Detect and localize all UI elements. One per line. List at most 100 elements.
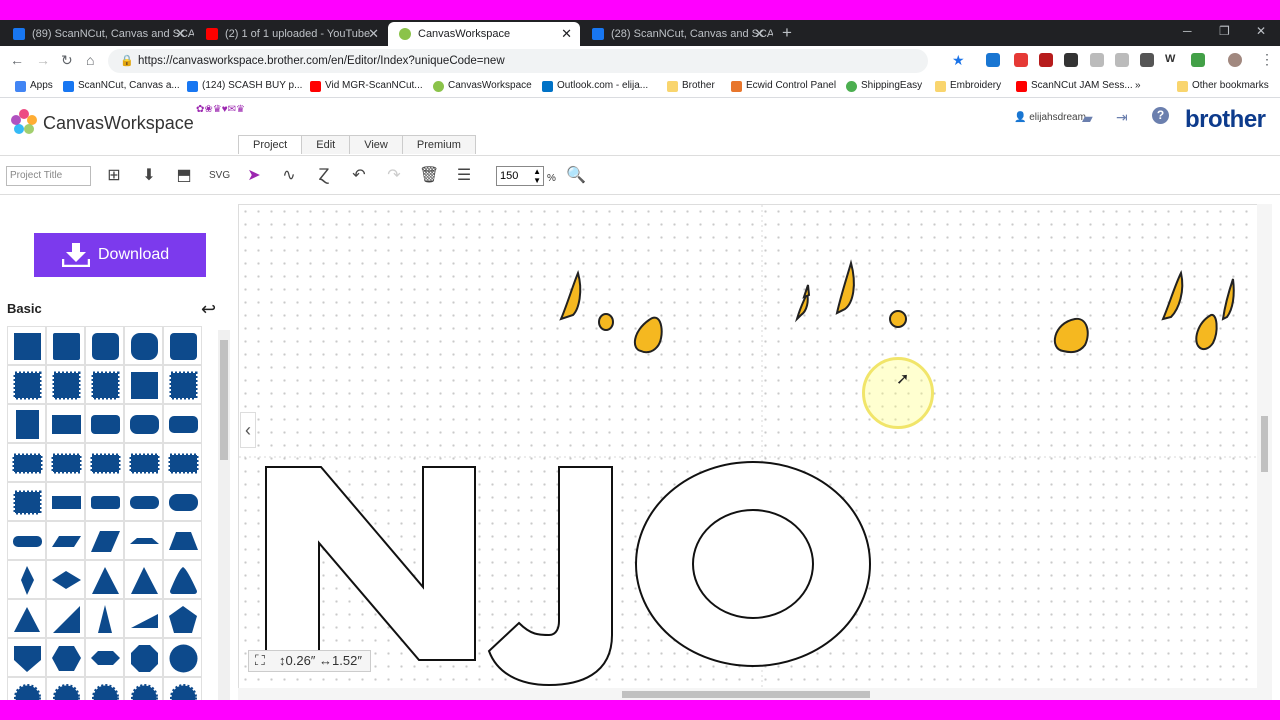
shape-stamp-square[interactable] [163, 365, 202, 404]
browser-tab-4[interactable]: (28) ScanNCut, Canvas and SCAL ✕ [581, 22, 773, 46]
browser-tab-3[interactable]: CanvasWorkspace ✕ [388, 22, 580, 46]
shape-diamond[interactable] [7, 560, 46, 599]
shape-right-triangle[interactable] [46, 599, 85, 638]
shape-parallelogram[interactable] [46, 521, 85, 560]
shape-hexagon[interactable] [46, 638, 85, 677]
shape-stamp-rectangle[interactable] [124, 443, 163, 482]
forward-button[interactable]: → [36, 52, 50, 68]
menu-project[interactable]: Project [238, 135, 303, 154]
save-icon[interactable]: ⬇ [139, 166, 159, 186]
shape-stamp-rectangle[interactable] [46, 443, 85, 482]
bookmarks-overflow-button[interactable]: » [1135, 80, 1141, 91]
shape-wide-rounded-rectangle[interactable] [85, 482, 124, 521]
maximize-button[interactable]: ❐ [1219, 24, 1230, 38]
zoom-stepper[interactable]: ▲ ▼ [533, 167, 541, 185]
design-canvas[interactable] [238, 204, 1272, 700]
canvas-vertical-scrollbar[interactable] [1257, 204, 1272, 688]
collapse-panel-button[interactable]: ‹ [240, 412, 256, 448]
pen-tool-icon[interactable]: Ɀ [314, 166, 334, 186]
shape-panel-scrollbar[interactable] [218, 330, 230, 700]
node-edit-icon[interactable]: ∿ [279, 166, 299, 186]
bookmark-item[interactable]: Apps [15, 80, 53, 92]
other-bookmarks[interactable]: Other bookmarks [1177, 80, 1269, 92]
zoom-search-icon[interactable]: 🔍 [566, 166, 586, 186]
extension-icon[interactable] [1115, 53, 1129, 67]
bookmark-item[interactable]: CanvasWorkspace [433, 80, 532, 92]
home-button[interactable]: ⌂ [86, 52, 94, 68]
shape-circle[interactable] [163, 638, 202, 677]
logout-icon[interactable]: ⇥ [1116, 109, 1128, 126]
shape-stamp-square[interactable] [46, 365, 85, 404]
extension-icon[interactable] [1140, 53, 1154, 67]
shape-stamp-rectangle[interactable] [85, 443, 124, 482]
folder-icon[interactable]: ▰ [1082, 110, 1093, 127]
shape-capsule[interactable] [163, 482, 202, 521]
extension-icon[interactable] [1064, 53, 1078, 67]
extension-icon[interactable] [1090, 53, 1104, 67]
shape-stamp-circle[interactable] [7, 677, 46, 700]
shape-stamp-square[interactable] [7, 482, 46, 521]
shape-rounded-square[interactable] [124, 326, 163, 365]
back-button[interactable]: ← [10, 52, 24, 68]
shape-stamp-rectangle[interactable] [163, 443, 202, 482]
bookmark-item[interactable]: Outlook.com - elija... [542, 80, 648, 92]
shape-rectangle[interactable] [46, 404, 85, 443]
shape-rounded-square[interactable] [46, 326, 85, 365]
shape-triangle[interactable] [124, 560, 163, 599]
shape-rounded-rectangle[interactable] [163, 404, 202, 443]
hp-extension-icon[interactable] [986, 53, 1000, 67]
w-extension-icon[interactable]: W [1165, 53, 1179, 67]
shape-rounded-rectangle[interactable] [85, 404, 124, 443]
shape-parallelogram[interactable] [85, 521, 124, 560]
close-tab-icon[interactable]: ✕ [561, 22, 572, 46]
bookmark-item[interactable]: Brother [667, 80, 715, 92]
help-icon[interactable]: ? [1152, 107, 1169, 124]
shape-octagon[interactable] [124, 638, 163, 677]
browser-tab-2[interactable]: (2) 1 of 1 uploaded - YouTube ✕ [195, 22, 387, 46]
close-tab-icon[interactable]: ✕ [368, 22, 379, 46]
new-tab-button[interactable]: + [782, 23, 792, 43]
shape-square[interactable] [124, 365, 163, 404]
scrollbar-thumb[interactable] [1261, 416, 1268, 472]
delete-icon[interactable]: 🗑 [419, 166, 439, 186]
shape-wide-rectangle[interactable] [46, 482, 85, 521]
back-arrow-icon[interactable]: ↩ [201, 299, 216, 320]
url-input[interactable]: 🔒 https://canvasworkspace.brother.com/en… [108, 49, 928, 73]
svg-import-icon[interactable]: SVG [209, 166, 230, 186]
shape-shield[interactable] [7, 638, 46, 677]
shape-rounded-rectangle[interactable] [124, 404, 163, 443]
menu-view[interactable]: View [349, 135, 403, 154]
bookmark-item[interactable]: ScanNCut JAM Sess... [1016, 80, 1133, 92]
extension-icon[interactable] [1014, 53, 1028, 67]
pdf-extension-icon[interactable] [1039, 53, 1053, 67]
reload-button[interactable]: ↻ [61, 52, 73, 69]
shape-rhombus[interactable] [46, 560, 85, 599]
shape-pill[interactable] [7, 521, 46, 560]
shape-stamp-square[interactable] [7, 365, 46, 404]
scrollbar-thumb[interactable] [220, 340, 228, 460]
canvas-horizontal-scrollbar[interactable] [238, 688, 1272, 700]
shape-pentagon[interactable] [163, 599, 202, 638]
redo-icon[interactable]: ↷ [384, 166, 404, 186]
zoom-input[interactable]: 150 ▲ ▼ [496, 166, 544, 186]
bookmark-item[interactable]: Vid MGR-ScanNCut... [310, 80, 423, 92]
shape-wide-rounded-rectangle[interactable] [124, 482, 163, 521]
shape-stamp-rectangle[interactable] [7, 443, 46, 482]
shape-stamp-circle[interactable] [163, 677, 202, 700]
shape-flat-trapezoid[interactable] [124, 521, 163, 560]
import-icon[interactable]: ⬒ [174, 166, 194, 186]
browser-tab-1[interactable]: (89) ScanNCut, Canvas and SCAL ✕ [2, 22, 194, 46]
shape-rounded-triangle[interactable] [163, 560, 202, 599]
shape-square[interactable] [7, 326, 46, 365]
close-tab-icon[interactable]: ✕ [754, 22, 765, 46]
bookmark-item[interactable]: ScanNCut, Canvas a... [63, 80, 180, 92]
shape-tall-triangle[interactable] [85, 599, 124, 638]
bookmark-item[interactable]: ShippingEasy [846, 80, 922, 92]
project-title-input[interactable]: Project Title [6, 166, 91, 186]
extension-icon[interactable] [1191, 53, 1205, 67]
shape-stamp-circle[interactable] [85, 677, 124, 700]
shape-trapezoid[interactable] [163, 521, 202, 560]
new-project-icon[interactable]: ⊞ [104, 166, 124, 186]
profile-avatar[interactable] [1228, 53, 1242, 67]
shape-stamp-circle[interactable] [46, 677, 85, 700]
